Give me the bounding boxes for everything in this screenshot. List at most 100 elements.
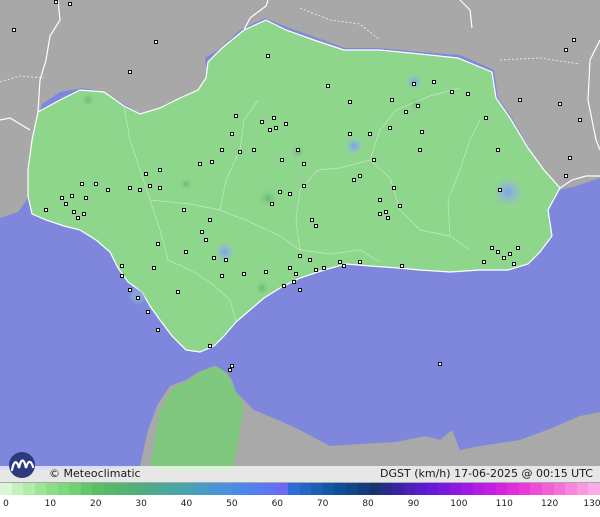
station-marker (378, 212, 382, 216)
scale-swatch (126, 483, 139, 495)
station-marker (502, 256, 506, 260)
scale-swatch (265, 483, 277, 495)
station-marker (44, 208, 48, 212)
scale-swatch (0, 483, 12, 495)
station-marker (208, 344, 212, 348)
station-marker (386, 216, 390, 220)
station-marker (392, 186, 396, 190)
station-marker (482, 260, 486, 264)
station-marker (418, 148, 422, 152)
station-marker (338, 260, 342, 264)
station-marker (516, 246, 520, 250)
station-marker (302, 162, 306, 166)
scale-swatch (149, 483, 162, 495)
station-marker (68, 2, 72, 6)
station-marker (284, 122, 288, 126)
scale-label: 80 (362, 499, 374, 509)
scale-swatch (415, 483, 427, 495)
scale-swatch (380, 483, 393, 495)
scale-swatch (461, 483, 473, 495)
station-marker (298, 288, 302, 292)
station-marker (384, 210, 388, 214)
station-marker (138, 188, 142, 192)
station-marker (80, 182, 84, 186)
station-marker (152, 266, 156, 270)
station-marker (314, 268, 318, 272)
station-marker (238, 150, 242, 154)
station-marker (572, 38, 576, 42)
scale-swatch (34, 483, 47, 495)
scale-swatch (311, 483, 323, 495)
station-marker (76, 216, 80, 220)
station-marker (230, 364, 234, 368)
station-marker (298, 254, 302, 258)
scale-label: 100 (450, 499, 468, 509)
station-marker (120, 264, 124, 268)
station-marker (278, 190, 282, 194)
scale-swatch (92, 483, 104, 495)
scale-swatch (299, 483, 312, 495)
station-marker (146, 310, 150, 314)
station-marker (388, 126, 392, 130)
station-marker (260, 120, 264, 124)
map-viewport: © Meteoclimatic DGST (km/h) 17-06-2025 @… (0, 0, 600, 517)
station-marker (82, 212, 86, 216)
scale-swatch (11, 483, 24, 495)
station-marker (568, 156, 572, 160)
gust-hotspot (253, 279, 271, 297)
scale-swatch (172, 483, 185, 495)
scale-swatch (80, 483, 93, 495)
station-marker (490, 246, 494, 250)
station-marker (358, 260, 362, 264)
station-marker (106, 188, 110, 192)
gust-hotspot (344, 136, 364, 156)
scale-swatch (253, 483, 266, 495)
station-marker (466, 92, 470, 96)
station-marker (348, 132, 352, 136)
scale-swatch (138, 483, 150, 495)
station-marker (358, 174, 362, 178)
station-marker (184, 250, 188, 254)
station-marker (496, 148, 500, 152)
station-marker (158, 186, 162, 190)
scale-swatch (69, 483, 81, 495)
station-marker (200, 230, 204, 234)
station-marker (282, 284, 286, 288)
station-marker (296, 148, 300, 152)
station-marker (484, 116, 488, 120)
scale-swatch (242, 483, 254, 495)
meteoclimatic-logo-icon (9, 452, 35, 478)
station-marker (420, 130, 424, 134)
station-marker (342, 264, 346, 268)
scale-swatch (288, 483, 300, 495)
station-marker (326, 84, 330, 88)
station-marker (210, 160, 214, 164)
station-marker (252, 148, 256, 152)
scale-swatch (576, 483, 589, 495)
scale-swatch (161, 483, 173, 495)
station-marker (512, 262, 516, 266)
station-marker (60, 196, 64, 200)
scale-swatch (392, 483, 404, 495)
scale-label: 40 (180, 499, 193, 509)
scale-label: 130 (583, 499, 600, 509)
station-marker (270, 202, 274, 206)
scale-swatch (103, 483, 116, 495)
scale-label: 50 (226, 499, 238, 509)
scale-swatch (369, 483, 381, 495)
scale-swatch (484, 483, 496, 495)
scale-label: 120 (541, 499, 559, 509)
scale-label: 90 (407, 499, 420, 509)
station-marker (288, 192, 292, 196)
station-marker (508, 252, 512, 256)
station-marker (412, 82, 416, 86)
scale-swatch (23, 483, 35, 495)
station-marker (242, 272, 246, 276)
station-marker (348, 100, 352, 104)
station-marker (228, 368, 232, 372)
scale-swatch (438, 483, 450, 495)
station-marker (128, 186, 132, 190)
scale-swatch (322, 483, 335, 495)
station-marker (368, 132, 372, 136)
station-marker (94, 182, 98, 186)
